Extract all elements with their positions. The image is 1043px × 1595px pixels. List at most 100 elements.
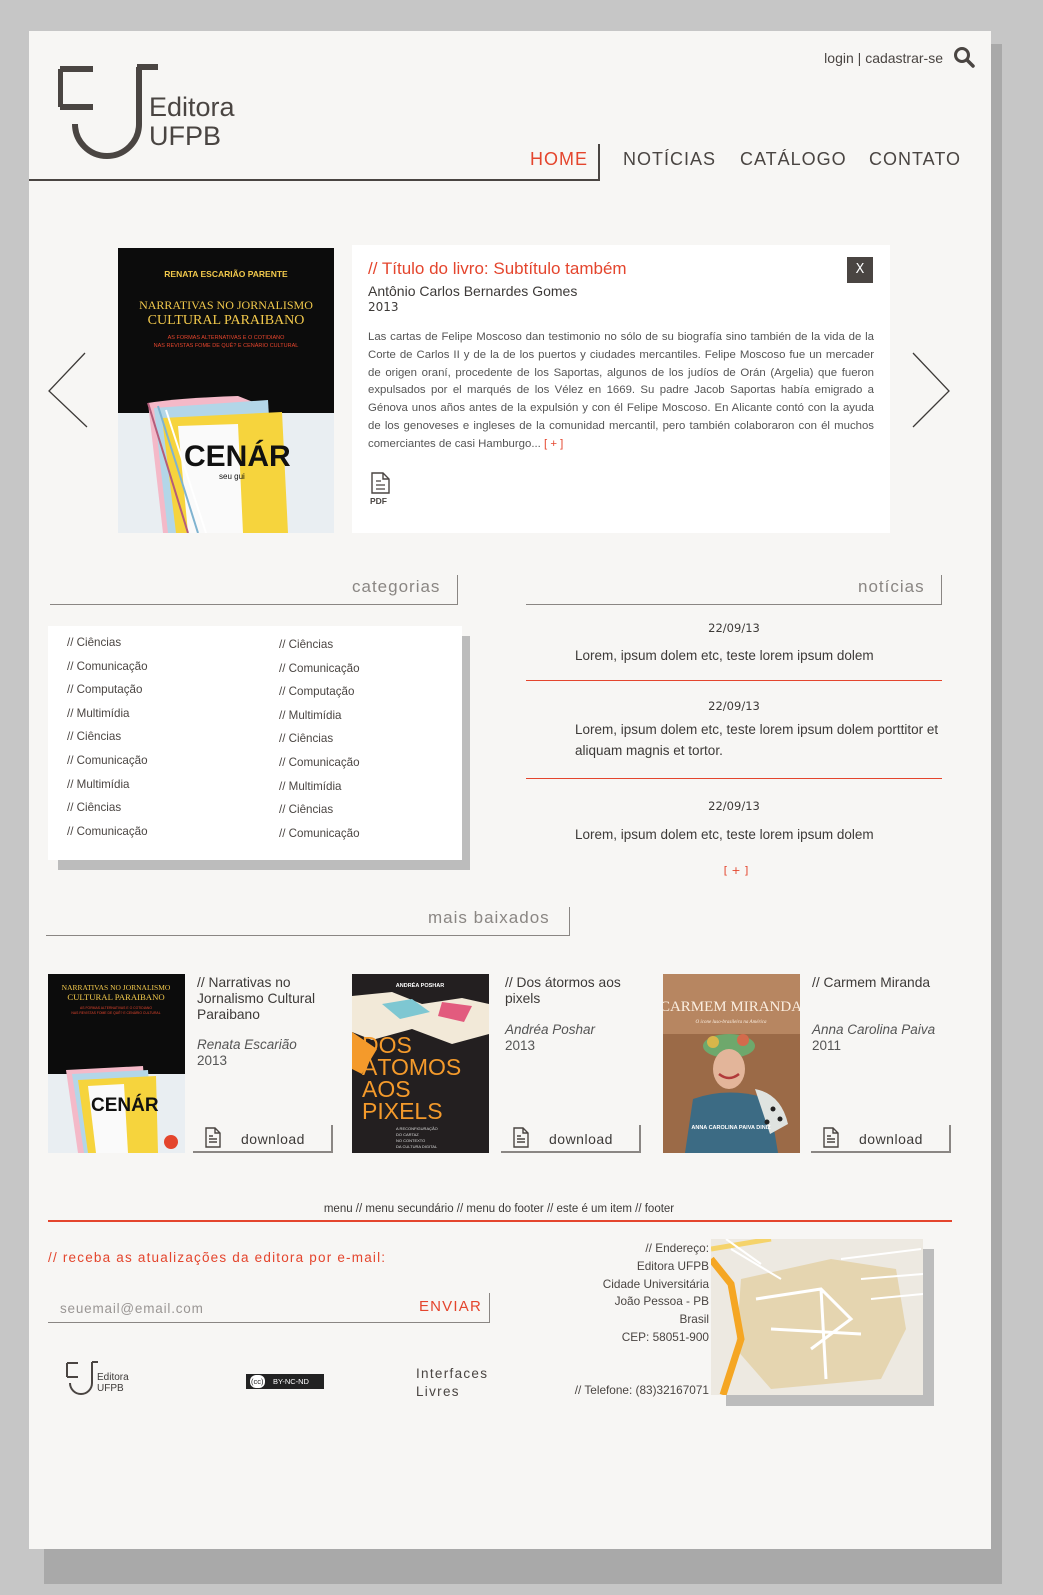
news-more-link[interactable]: [ + ]	[526, 864, 946, 877]
cover-subtitle-2: NAS REVISTAS FOME DE QUÊ? E CENÁRIO CULT…	[71, 1010, 160, 1015]
book-cover[interactable]: CARMEM MIRANDA O ícone luso-brasileira n…	[663, 974, 800, 1153]
book-cover-art: NARRATIVAS NO JORNALISMO CULTURAL PARAIB…	[48, 974, 185, 1153]
cover-subtitle-line: A RECONFIGURAÇÃO	[396, 1126, 438, 1131]
signup-link[interactable]: cadastrar-se	[865, 50, 943, 66]
category-link[interactable]: // Ciências	[67, 636, 148, 660]
news-separator	[526, 778, 942, 779]
most-downloaded-tick	[569, 907, 570, 936]
interfaces-line-1: Interfaces	[416, 1366, 489, 1381]
download-file-icon	[513, 1127, 529, 1148]
book-author: Renata Escarião	[197, 1037, 297, 1052]
category-link[interactable]: // Comunicação	[279, 827, 360, 851]
categories-heading: categorias	[352, 577, 441, 596]
book-title[interactable]: // Dos átormos aos pixels	[505, 975, 645, 1007]
interfaces-livres-link[interactable]: Interfaces Livres	[416, 1365, 488, 1400]
category-link[interactable]: // Ciências	[67, 730, 148, 754]
send-button[interactable]: ENVIAR	[419, 1298, 482, 1315]
category-link[interactable]: // Computação	[279, 685, 360, 709]
featured-read-more[interactable]: [ + ]	[544, 438, 563, 450]
book-author: Anna Carolina Paiva	[812, 1022, 936, 1037]
category-link[interactable]: // Ciências	[279, 732, 360, 756]
featured-book-title[interactable]: // Título do livro: Subtítulo também	[368, 259, 627, 279]
address-line: Brasil	[679, 1312, 710, 1327]
category-link[interactable]: // Comunicação	[67, 660, 148, 684]
news-item[interactable]: Lorem, ipsum dolem etc, teste lorem ipsu…	[575, 719, 945, 761]
featured-book-author: Antônio Carlos Bernardes Gomes	[368, 283, 578, 299]
download-label: download	[549, 1131, 613, 1147]
nav-contato[interactable]: CONTATO	[869, 149, 961, 170]
most-downloaded-heading: mais baixados	[428, 908, 550, 927]
cover-magazine-title: CENÁR	[184, 439, 291, 473]
email-input[interactable]	[60, 1297, 390, 1319]
category-link[interactable]: // Multimídia	[279, 780, 360, 804]
category-link[interactable]: // Ciências	[279, 803, 360, 827]
footer-rule	[48, 1220, 952, 1222]
footer-menu[interactable]: menu // menu secundário // menu do foote…	[48, 1203, 950, 1215]
category-link[interactable]: // Computação	[67, 683, 148, 707]
search-icon[interactable]	[953, 46, 975, 68]
prev-arrow-icon[interactable]	[45, 351, 89, 431]
categories-column-1: // Ciências // Comunicação // Computação…	[67, 636, 148, 848]
nav-catalogo[interactable]: CATÁLOGO	[740, 149, 847, 170]
category-link[interactable]: // Multimídia	[67, 707, 148, 731]
featured-description-text: Las cartas de Felipe Moscoso dan testimo…	[368, 331, 874, 450]
book-year: 2011	[812, 1038, 842, 1053]
cover-magazine-title: CENÁR	[91, 1094, 159, 1116]
download-tick	[949, 1125, 951, 1153]
book-cover[interactable]: NARRATIVAS NO JORNALISMO CULTURAL PARAIB…	[48, 974, 185, 1153]
category-link[interactable]: // Comunicação	[279, 662, 360, 686]
news-item[interactable]: Lorem, ipsum dolem etc, teste lorem ipsu…	[575, 824, 945, 845]
nav-noticias[interactable]: NOTÍCIAS	[623, 149, 716, 170]
category-link[interactable]: // Ciências	[67, 801, 148, 825]
categories-panel: // Ciências // Comunicação // Computação…	[48, 626, 462, 860]
news-heading-tick	[941, 575, 942, 605]
map-illustration	[711, 1239, 923, 1395]
cover-title-2: CULTURAL PARAIBANO	[148, 313, 305, 328]
book-title[interactable]: // Carmem Miranda	[812, 975, 952, 991]
account-links: login | cadastrar-se	[824, 50, 943, 66]
small-brand-name: Editora UFPB	[97, 1372, 129, 1394]
cover-subtitle-line: NO CONTEXTO	[396, 1138, 425, 1143]
download-button[interactable]: download	[811, 1125, 951, 1153]
book-cover[interactable]: ANDRÉA POSHAR DOS ÁTOMOS AOS PIXELS A RE…	[352, 974, 489, 1153]
creative-commons-badge[interactable]: (cc) BY-NC-ND	[246, 1374, 324, 1389]
cover-subtitle-1: AS FORMAS ALTERNATIVAS E O COTIDIANO	[80, 1006, 152, 1010]
cover-title-2: CULTURAL PARAIBANO	[67, 992, 164, 1002]
category-link[interactable]: // Comunicação	[67, 825, 148, 849]
address-line: // Endereço:	[645, 1241, 709, 1255]
book-title[interactable]: // Narrativas no Jornalismo Cultural Par…	[197, 975, 337, 1023]
featured-book-cover[interactable]: RENATA ESCARIÃO PARENTE NARRATIVAS NO JO…	[118, 248, 334, 533]
featured-cover-art: RENATA ESCARIÃO PARENTE NARRATIVAS NO JO…	[118, 248, 334, 533]
close-button[interactable]: X	[847, 257, 873, 283]
category-link[interactable]: // Ciências	[279, 638, 360, 662]
news-heading-rule	[526, 604, 942, 605]
featured-book-description: Las cartas de Felipe Moscoso dan testimo…	[368, 329, 874, 454]
category-link[interactable]: // Comunicação	[67, 754, 148, 778]
cover-author: RENATA ESCARIÃO PARENTE	[164, 269, 288, 279]
location-map[interactable]	[711, 1239, 923, 1395]
featured-book-panel: // Título do livro: Subtítulo também Ant…	[352, 245, 890, 533]
download-tick	[639, 1125, 641, 1153]
next-arrow-icon[interactable]	[909, 351, 953, 431]
account-separator: |	[857, 50, 862, 66]
header-rule-tick	[598, 144, 600, 181]
download-button[interactable]: download	[501, 1125, 641, 1153]
cover-magazine-subtitle: seu gui	[219, 472, 245, 481]
category-link[interactable]: // Comunicação	[279, 756, 360, 780]
login-link[interactable]: login	[824, 50, 854, 66]
news-item[interactable]: Lorem, ipsum dolem etc, teste lorem ipsu…	[575, 645, 945, 666]
small-brand-line-1: Editora	[97, 1372, 129, 1383]
address-line: Cidade Universitária	[602, 1276, 709, 1291]
download-rule	[811, 1151, 951, 1153]
nav-home[interactable]: HOME	[530, 149, 588, 170]
news-separator	[526, 680, 942, 681]
download-button[interactable]: download	[193, 1125, 333, 1153]
cover-subtitle-2: NAS REVISTAS FOME DE QUÊ? E CENÁRIO CULT…	[154, 341, 299, 349]
category-link[interactable]: // Multimídia	[67, 778, 148, 802]
pdf-icon[interactable]: PDF	[368, 471, 394, 507]
category-link[interactable]: // Multimídia	[279, 709, 360, 733]
email-rule	[48, 1322, 490, 1323]
phone: // Telefone: (83)32167071	[574, 1383, 709, 1397]
download-rule	[193, 1151, 333, 1153]
publisher-seal-icon	[164, 1135, 178, 1149]
